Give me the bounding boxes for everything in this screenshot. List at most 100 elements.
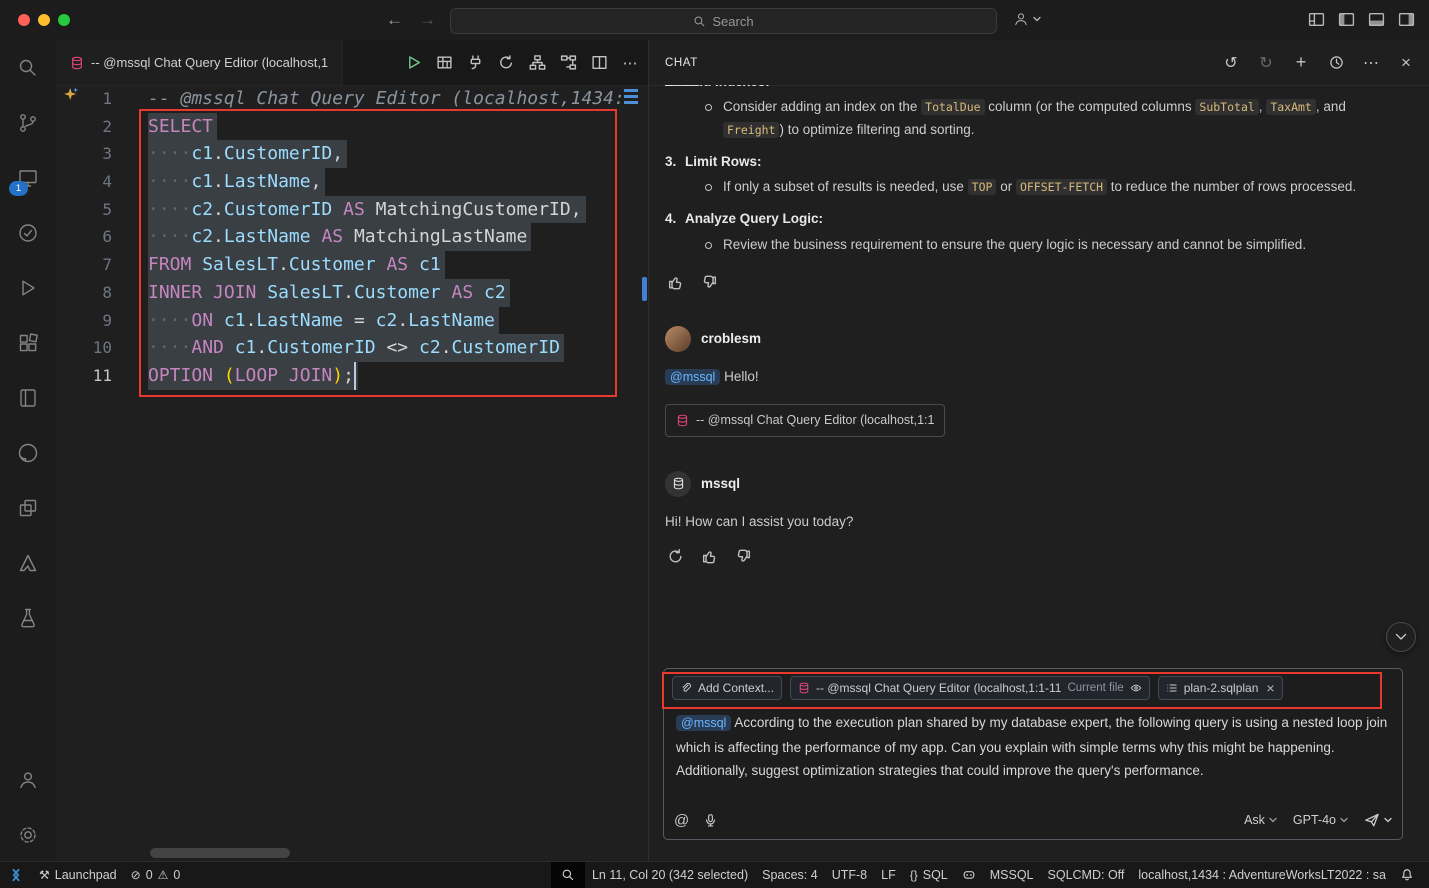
connect-button[interactable] bbox=[463, 51, 487, 75]
code-line[interactable]: 2SELECT bbox=[56, 113, 648, 141]
change-connection-button[interactable] bbox=[494, 51, 518, 75]
code-line[interactable]: 10····AND c1.CustomerID <> c2.CustomerID bbox=[56, 334, 648, 362]
more-editor-actions-button[interactable]: ⋯ bbox=[618, 51, 642, 75]
code-line[interactable]: 8INNER JOIN SalesLT.Customer AS c2 bbox=[56, 279, 648, 307]
activity-remote-explorer[interactable]: 1 bbox=[0, 150, 56, 205]
toggle-panel-icon[interactable] bbox=[1368, 11, 1385, 28]
horizontal-scrollbar[interactable] bbox=[150, 848, 290, 858]
notifications-button[interactable] bbox=[1393, 862, 1421, 888]
toggle-primary-sidebar-icon[interactable] bbox=[1338, 11, 1355, 28]
profile-button[interactable] bbox=[1012, 10, 1041, 28]
toggle-secondary-sidebar-icon[interactable] bbox=[1398, 11, 1415, 28]
indentation-status[interactable]: Spaces: 4 bbox=[755, 862, 825, 888]
more-actions-icon[interactable]: ⋯ bbox=[1360, 52, 1382, 74]
minimize-window-button[interactable] bbox=[38, 14, 50, 26]
new-chat-icon[interactable]: + bbox=[1290, 52, 1312, 74]
activity-accounts[interactable] bbox=[0, 752, 56, 807]
code-line[interactable]: 11OPTION (LOOP JOIN); bbox=[56, 362, 648, 390]
cursor-position-status[interactable]: Ln 11, Col 20 (342 selected) bbox=[585, 862, 755, 888]
scroll-down-button[interactable] bbox=[1386, 622, 1416, 652]
activity-sql-projects[interactable] bbox=[0, 590, 56, 645]
code-line[interactable]: 1-- @mssql Chat Query Editor (localhost,… bbox=[56, 85, 648, 113]
mention-chip[interactable]: @mssql bbox=[665, 369, 720, 385]
undo-icon[interactable]: ↺ bbox=[1220, 52, 1242, 74]
activity-source-control[interactable] bbox=[0, 95, 56, 150]
code-line[interactable]: 6····c2.LastName AS MatchingLastName bbox=[56, 223, 648, 251]
activity-extensions[interactable] bbox=[0, 315, 56, 370]
code-line[interactable]: 9····ON c1.LastName = c2.LastName bbox=[56, 307, 648, 335]
code-line[interactable]: 7FROM SalesLT.Customer AS c1 bbox=[56, 251, 648, 279]
model-selector[interactable]: GPT-4o bbox=[1293, 813, 1348, 827]
send-button[interactable] bbox=[1364, 812, 1392, 828]
thumbs-up-button[interactable] bbox=[665, 272, 685, 292]
results-grid-button[interactable] bbox=[432, 51, 456, 75]
thumbs-down-button[interactable] bbox=[733, 547, 753, 567]
plug-icon bbox=[467, 54, 484, 71]
language-mode-status[interactable]: {}SQL bbox=[903, 862, 955, 888]
chat-input[interactable]: @mssql According to the execution plan s… bbox=[664, 707, 1402, 783]
activity-run-and-debug[interactable] bbox=[0, 260, 56, 315]
mention-chip[interactable]: @mssql bbox=[676, 715, 731, 731]
schema-visualization-button[interactable] bbox=[525, 51, 549, 75]
editor-tab[interactable]: -- @mssql Chat Query Editor (localhost,1 bbox=[56, 40, 343, 85]
encoding-status[interactable]: UTF-8 bbox=[825, 862, 874, 888]
mssql-status[interactable]: MSSQL bbox=[983, 862, 1041, 888]
chat-tab[interactable]: CHAT bbox=[665, 40, 698, 86]
code-line[interactable]: 5····c2.CustomerID AS MatchingCustomerID… bbox=[56, 196, 648, 224]
close-panel-icon[interactable]: × bbox=[1395, 52, 1417, 74]
chat-input-container[interactable]: Add Context... -- @mssql Chat Query Edito… bbox=[663, 668, 1403, 840]
thumbs-up-button[interactable] bbox=[699, 547, 719, 567]
source-control-icon bbox=[16, 111, 40, 135]
eol-status[interactable]: LF bbox=[874, 862, 903, 888]
mode-selector[interactable]: Ask bbox=[1244, 813, 1277, 827]
code-line[interactable]: 4····c1.LastName, bbox=[56, 168, 648, 196]
retry-button[interactable] bbox=[665, 547, 685, 567]
activity-notebooks[interactable] bbox=[0, 370, 56, 425]
activity-testing[interactable] bbox=[0, 205, 56, 260]
connection-status[interactable]: localhost,1434 : AdventureWorksLT2022 : … bbox=[1131, 862, 1393, 888]
code-editor[interactable]: 1-- @mssql Chat Query Editor (localhost,… bbox=[56, 85, 648, 862]
problems-status[interactable]: ⊘0 ⚠0 bbox=[124, 862, 188, 888]
text-run: Consider adding an index on the bbox=[723, 99, 921, 114]
activity-search[interactable] bbox=[0, 40, 56, 95]
message-attachment-chip[interactable]: -- @mssql Chat Query Editor (localhost,1… bbox=[665, 404, 945, 436]
error-icon: ⊘ bbox=[131, 868, 141, 882]
zoom-indicator[interactable] bbox=[551, 862, 585, 888]
mention-icon[interactable]: @ bbox=[674, 812, 689, 829]
redo-icon[interactable]: ↻ bbox=[1255, 52, 1277, 74]
copilot-status[interactable] bbox=[955, 862, 983, 888]
estimated-plan-button[interactable] bbox=[556, 51, 580, 75]
launchpad-status[interactable]: ⚒Launchpad bbox=[32, 862, 124, 888]
activity-azure[interactable] bbox=[0, 535, 56, 590]
activity-window-copy[interactable] bbox=[0, 480, 56, 535]
split-editor-button[interactable] bbox=[587, 51, 611, 75]
thumbs-down-button[interactable] bbox=[699, 272, 719, 292]
forward-button[interactable]: → bbox=[419, 10, 436, 30]
context-chip[interactable]: plan-2.sqlplan× bbox=[1158, 676, 1283, 700]
overview-ruler-mark bbox=[624, 89, 638, 92]
code-line[interactable]: 3····c1.CustomerID, bbox=[56, 140, 648, 168]
context-chip[interactable]: -- @mssql Chat Query Editor (localhost,1… bbox=[790, 676, 1150, 700]
back-button[interactable]: ← bbox=[386, 10, 403, 30]
search-placeholder: Search bbox=[712, 14, 753, 29]
search-icon bbox=[16, 56, 40, 80]
copilot-sparkle-icon[interactable] bbox=[63, 86, 79, 102]
remote-indicator[interactable] bbox=[0, 862, 32, 888]
activity-settings[interactable] bbox=[0, 807, 56, 862]
user-author-name: croblesm bbox=[701, 328, 761, 350]
sqlcmd-status[interactable]: SQLCMD: Off bbox=[1041, 862, 1132, 888]
remove-chip-button[interactable]: × bbox=[1266, 681, 1274, 695]
text-run: Hello! bbox=[720, 369, 758, 384]
close-window-button[interactable] bbox=[18, 14, 30, 26]
visibility-icon bbox=[1130, 682, 1142, 694]
zoom-window-button[interactable] bbox=[58, 14, 70, 26]
microphone-icon[interactable] bbox=[703, 813, 718, 828]
command-center-search[interactable]: Search bbox=[450, 8, 997, 34]
context-chip[interactable]: Add Context... bbox=[672, 676, 782, 700]
text-run: column (or the computed columns bbox=[985, 99, 1196, 114]
activity-github[interactable] bbox=[0, 425, 56, 480]
azure-icon bbox=[16, 551, 40, 575]
history-icon[interactable] bbox=[1325, 52, 1347, 74]
run-query-button[interactable] bbox=[401, 51, 425, 75]
customize-layout-icon[interactable] bbox=[1308, 11, 1325, 28]
